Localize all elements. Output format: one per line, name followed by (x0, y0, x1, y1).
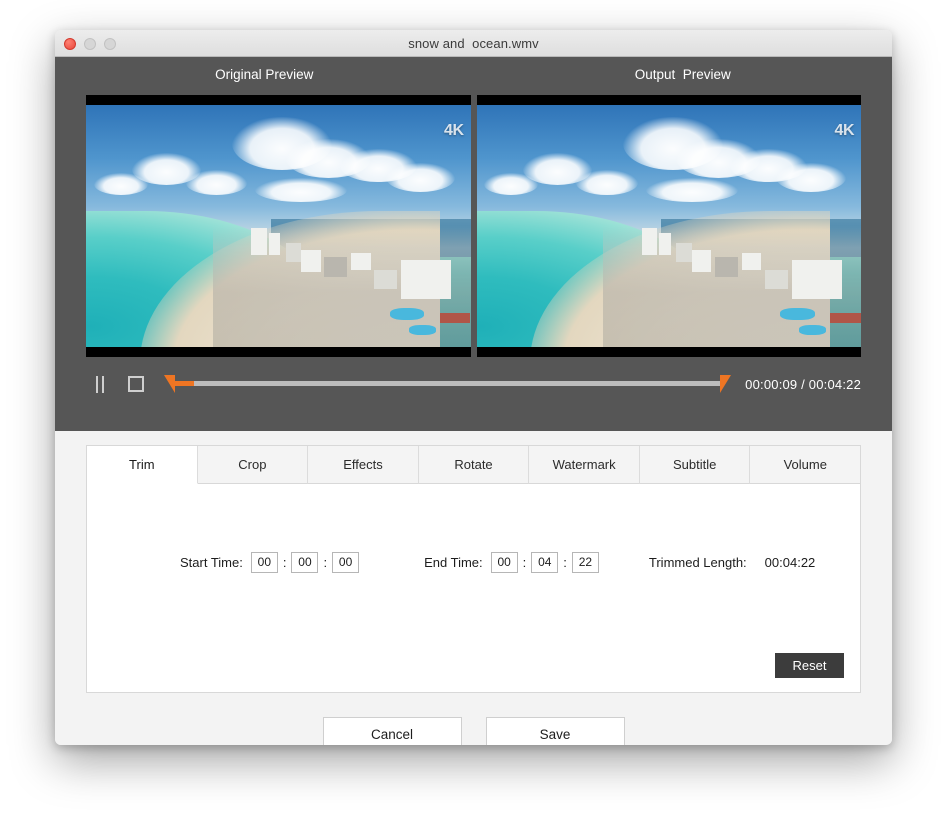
timeline-scrubber[interactable] (162, 371, 732, 397)
maximize-window-button[interactable] (104, 37, 116, 50)
original-video-frame[interactable]: 4K (86, 95, 471, 357)
close-window-button[interactable] (64, 37, 76, 50)
output-video-frame[interactable]: 4K (476, 95, 861, 357)
editor-body: Trim Crop Effects Rotate Watermark Subti… (55, 431, 892, 745)
trim-pane: Start Time: 00 : 00 : 00 End Time: 00 : … (87, 484, 860, 692)
trim-fields-row: Start Time: 00 : 00 : 00 End Time: 00 : … (87, 552, 860, 573)
resolution-badge-output: 4K (834, 122, 855, 139)
start-time-label: Start Time: (180, 555, 243, 570)
title-bar: snow and ocean.wmv (55, 30, 892, 57)
start-colon-1: : (282, 555, 287, 570)
reset-button[interactable]: Reset (775, 653, 844, 678)
start-time-minutes-input[interactable]: 00 (291, 552, 319, 573)
trim-start-handle[interactable] (164, 375, 175, 393)
preview-headers: Original Preview Output Preview (55, 67, 892, 89)
end-time-seconds-input[interactable]: 22 (571, 552, 599, 573)
start-time-hours-input[interactable]: 00 (250, 552, 278, 573)
preview-section: Original Preview Output Preview 4K 4K 00… (55, 57, 892, 431)
timeline-progress (172, 381, 194, 386)
tab-volume[interactable]: Volume (750, 446, 861, 484)
end-colon-2: : (563, 555, 567, 570)
time-display: 00:00:09 / 00:04:22 (745, 376, 861, 392)
resolution-badge: 4K (444, 122, 464, 139)
end-time-label: End Time: (424, 555, 483, 570)
trimmed-length-value: 00:04:22 (764, 555, 816, 570)
tab-effects[interactable]: Effects (308, 446, 419, 484)
end-colon-1: : (522, 555, 527, 570)
cancel-button[interactable]: Cancel (322, 717, 462, 745)
output-preview-label: Output Preview (634, 67, 731, 82)
tab-crop[interactable]: Crop (197, 446, 309, 484)
trimmed-length-label: Trimmed Length: (648, 555, 747, 570)
tab-watermark[interactable]: Watermark (529, 446, 640, 484)
trim-end-handle[interactable] (720, 375, 732, 393)
window-title: snow and ocean.wmv (408, 35, 539, 51)
tab-panel: Trim Crop Effects Rotate Watermark Subti… (86, 445, 861, 693)
window-controls (64, 30, 116, 57)
pause-icon[interactable] (86, 372, 114, 396)
tab-trim[interactable]: Trim (87, 446, 198, 484)
start-time-seconds-input[interactable]: 00 (332, 552, 360, 573)
video-editor-window: snow and ocean.wmv Original Preview Outp… (55, 30, 892, 745)
save-button[interactable]: Save (485, 717, 625, 745)
preview-videos: 4K 4K (55, 89, 892, 357)
minimize-window-button[interactable] (84, 37, 96, 50)
original-preview-label: Original Preview (215, 67, 314, 82)
beach-scene-image: 4K (86, 105, 471, 347)
action-bar: Cancel Save (86, 717, 861, 745)
beach-scene-image-output: 4K (476, 105, 861, 347)
tab-rotate[interactable]: Rotate (418, 446, 530, 484)
tab-subtitle[interactable]: Subtitle (639, 446, 751, 484)
end-time-minutes-input[interactable]: 04 (531, 552, 559, 573)
tab-strip: Trim Crop Effects Rotate Watermark Subti… (87, 446, 861, 484)
end-time-hours-input[interactable]: 00 (490, 552, 518, 573)
stop-icon[interactable] (122, 372, 150, 396)
start-colon-2: : (323, 555, 328, 570)
transport-bar: 00:00:09 / 00:04:22 (55, 357, 892, 411)
timeline-track[interactable] (172, 381, 722, 386)
